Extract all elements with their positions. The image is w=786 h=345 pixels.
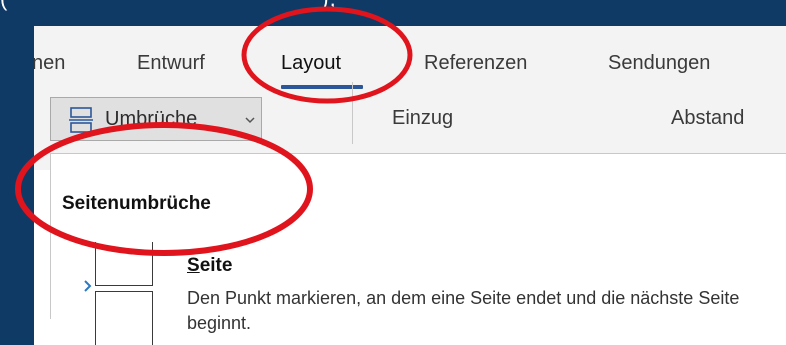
section-header-seitenumbrueche: Seitenumbrüche [62,193,211,214]
option-seite-title-rest: eite [199,255,233,276]
umbrueche-button[interactable]: Umbrüche [50,97,262,141]
ribbon-group-separator [352,82,353,144]
page-thumbnail-icon [95,291,153,345]
abstand-group-label: Abstand [671,107,745,129]
tab-layout[interactable]: Layout [281,52,341,75]
tab-referenzen[interactable]: Referenzen [424,52,527,75]
umbrueche-label: Umbrüche [105,108,198,130]
background-text-fragment: ( ), [0,0,337,11]
chevron-down-icon [245,117,255,124]
access-key-letter: S [187,255,200,276]
caret-right-icon [84,280,92,292]
option-seite-title[interactable]: Seite [187,255,232,277]
page-thumbnail-icon [95,242,153,286]
tab-partial[interactable]: nen [34,52,65,75]
tab-entwurf[interactable]: Entwurf [137,52,205,75]
tab-sendungen[interactable]: Sendungen [608,52,710,75]
einzug-group-label: Einzug [392,107,454,129]
option-seite-description: Den Punkt markieren, an dem eine Seite e… [187,288,740,333]
page-break-icon [69,107,93,133]
active-tab-indicator [281,85,363,89]
word-window: nen Entwurf Layout Referenzen Sendungen … [34,26,786,345]
ribbon-tab-bar: nen Entwurf Layout Referenzen Sendungen [34,26,786,106]
